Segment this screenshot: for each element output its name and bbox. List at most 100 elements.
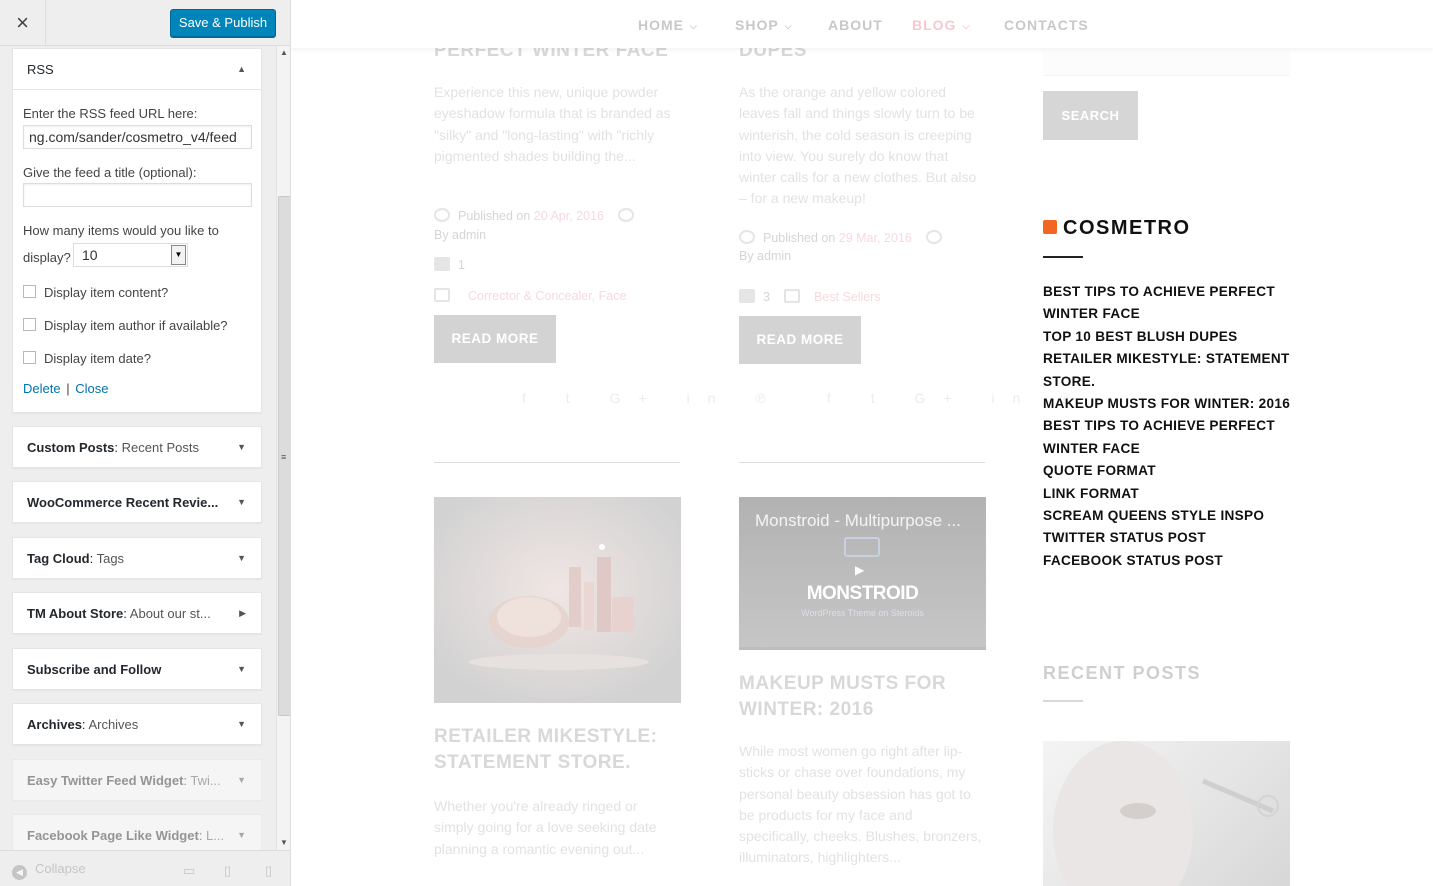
widget-facebook-page-like[interactable]: Facebook Page Like Widget: L... ▼ <box>12 814 262 850</box>
rss-widget-header[interactable]: RSS ▲ <box>13 49 261 90</box>
display-date-label: Display item date? <box>44 351 151 366</box>
chevron-down-icon[interactable]: ▼ <box>237 427 246 468</box>
post-title[interactable]: RETAILER MIKESTYLE: STATEMENT STORE. <box>434 724 694 776</box>
clock-icon <box>434 208 450 222</box>
nav-home[interactable]: HOME ⌵ <box>638 17 698 33</box>
rss-item[interactable]: BEST TIPS TO ACHIEVE PERFECT WINTER FACE <box>1043 415 1295 460</box>
post-author: By admin <box>739 249 792 263</box>
category-links[interactable]: Corrector & Concealer, Face <box>468 289 626 303</box>
link-separator: | <box>66 381 70 396</box>
rss-item[interactable]: SCREAM QUEENS STYLE INSPO <box>1043 505 1295 527</box>
comment-count[interactable]: 3 <box>763 290 770 304</box>
scrollbar-thumb[interactable]: ≡ <box>278 196 290 716</box>
widget-header[interactable]: Custom Posts: Recent Posts ▼ <box>13 427 261 468</box>
nav-blog[interactable]: BLOG ⌵ <box>912 17 970 33</box>
desktop-preview-icon[interactable]: ▭ <box>183 863 195 879</box>
search-input[interactable] <box>1043 50 1290 76</box>
close-link[interactable]: Close <box>75 381 108 396</box>
comment-count: 1 <box>458 258 465 272</box>
post-title[interactable]: MAKEUP MUSTS FOR WINTER: 2016 <box>739 671 999 723</box>
widget-header[interactable]: Facebook Page Like Widget: L... ▼ <box>13 815 261 850</box>
read-more-button[interactable]: READ MORE <box>434 315 556 363</box>
post-date-link[interactable]: 29 Mar, 2016 <box>839 231 912 245</box>
recent-post-image[interactable] <box>1043 741 1290 886</box>
post-image-cosmetics[interactable] <box>434 497 681 703</box>
cosmetics-illustration <box>434 497 681 703</box>
checkbox-icon[interactable] <box>23 351 36 364</box>
nav-about[interactable]: ABOUT <box>828 17 883 33</box>
chevron-right-icon[interactable]: ▶ <box>239 593 246 634</box>
rss-item[interactable]: BEST TIPS TO ACHIEVE PERFECT WINTER FACE <box>1043 281 1295 326</box>
post-video-monstroid[interactable]: Monstroid - Multipurpose ... ▶ MONSTROID… <box>739 497 986 650</box>
nav-contacts[interactable]: CONTACTS <box>1004 17 1089 33</box>
customizer-sidebar: × Save & Publish RSS ▲ Enter the RSS fee… <box>0 0 291 886</box>
read-more-button[interactable]: READ MORE <box>739 316 861 364</box>
display-date-checkbox[interactable]: Display item date? <box>23 351 151 366</box>
widget-tm-about-store[interactable]: TM About Store: About our st... ▶ <box>12 592 262 634</box>
widget-list: RSS ▲ Enter the RSS feed URL here: ng.co… <box>0 46 290 850</box>
chevron-down-icon[interactable]: ▼ <box>237 538 246 579</box>
close-customizer-button[interactable]: × <box>0 0 46 46</box>
search-button[interactable]: SEARCH <box>1043 91 1138 140</box>
widget-header[interactable]: Subscribe and Follow ▼ <box>13 649 261 690</box>
display-content-checkbox[interactable]: Display item content? <box>23 285 168 300</box>
delete-link[interactable]: Delete <box>23 381 61 396</box>
category-links[interactable]: Best Sellers <box>814 290 881 304</box>
play-icon[interactable]: ▶ <box>855 563 864 577</box>
widget-woocommerce-reviews[interactable]: WooCommerce Recent Revie... ▼ <box>12 481 262 523</box>
widget-archives[interactable]: Archives: Archives ▼ <box>12 703 262 745</box>
widget-easy-twitter-feed[interactable]: Easy Twitter Feed Widget: Twi... ▼ <box>12 759 262 801</box>
collapse-label: Collapse <box>35 861 86 876</box>
widget-tag-cloud[interactable]: Tag Cloud: Tags ▼ <box>12 537 262 579</box>
rss-item[interactable]: RETAILER MIKESTYLE: STATEMENT STORE. <box>1043 348 1295 393</box>
rss-feed-title[interactable]: COSMETRO <box>1043 217 1191 240</box>
rss-title-input[interactable] <box>23 183 252 207</box>
widget-subscribe-follow[interactable]: Subscribe and Follow ▼ <box>12 648 262 690</box>
display-author-checkbox[interactable]: Display item author if available? <box>23 318 228 333</box>
chevron-down-icon[interactable]: ▼ <box>237 815 246 850</box>
chevron-down-icon[interactable]: ▼ <box>237 649 246 690</box>
rss-item[interactable]: TWITTER STATUS POST <box>1043 527 1295 549</box>
nav-shop[interactable]: SHOP ⌵ <box>735 17 793 33</box>
arrow-left-icon: ◀ <box>12 865 27 880</box>
rss-url-label: Enter the RSS feed URL here: <box>23 106 198 121</box>
comment-icon <box>434 257 450 271</box>
mobile-preview-icon[interactable]: ▯ <box>265 863 272 879</box>
rss-item[interactable]: TOP 10 BEST BLUSH DUPES <box>1043 326 1295 348</box>
tablet-preview-icon[interactable]: ▯ <box>224 863 231 879</box>
dropdown-arrow-icon[interactable]: ▼ <box>171 245 186 265</box>
sidebar-scrollbar[interactable]: ▲ ≡ ▼ <box>276 46 290 850</box>
widget-header[interactable]: TM About Store: About our st... ▶ <box>13 593 261 634</box>
scroll-down-icon[interactable]: ▼ <box>280 838 288 847</box>
post-date-link[interactable]: 20 Apr, 2016 <box>534 209 604 223</box>
scroll-up-icon[interactable]: ▲ <box>280 48 288 57</box>
save-publish-button[interactable]: Save & Publish <box>170 9 276 37</box>
widget-custom-posts[interactable]: Custom Posts: Recent Posts ▼ <box>12 426 262 468</box>
rss-item[interactable]: FACEBOOK STATUS POST <box>1043 550 1295 572</box>
post-comments[interactable]: 1 <box>434 257 465 272</box>
widget-subtitle: About our st... <box>129 606 211 621</box>
rss-item[interactable]: LINK FORMAT <box>1043 483 1295 505</box>
rss-url-input[interactable]: ng.com/sander/cosmetro_v4/feed <box>23 125 252 149</box>
nav-home-label: HOME <box>638 17 684 33</box>
chevron-down-icon[interactable]: ▼ <box>237 704 246 745</box>
widget-header[interactable]: WooCommerce Recent Revie... ▼ <box>13 482 261 523</box>
chevron-down-icon[interactable]: ▼ <box>237 760 246 801</box>
video-tagline: WordPress Theme on Steroids <box>801 608 924 618</box>
rss-icon[interactable] <box>1043 220 1057 234</box>
rss-item[interactable]: QUOTE FORMAT <box>1043 460 1295 482</box>
checkbox-icon[interactable] <box>23 318 36 331</box>
widget-header[interactable]: Easy Twitter Feed Widget: Twi... ▼ <box>13 760 261 801</box>
rss-item[interactable]: MAKEUP MUSTS FOR WINTER: 2016 <box>1043 393 1295 415</box>
monstroid-logo-icon <box>844 537 880 557</box>
collapse-button[interactable]: ◀ Collapse <box>12 861 86 880</box>
widget-header[interactable]: Archives: Archives ▼ <box>13 704 261 745</box>
customizer-footer: ◀ Collapse ▭ ▯ ▯ <box>0 850 290 886</box>
share-icons[interactable]: f t G+ in ℗ <box>522 390 784 406</box>
folder-icon <box>783 289 800 303</box>
chevron-up-icon[interactable]: ▲ <box>237 49 246 89</box>
checkbox-icon[interactable] <box>23 285 36 298</box>
rss-items-select[interactable]: 10 ▼ <box>73 243 188 267</box>
chevron-down-icon[interactable]: ▼ <box>237 482 246 523</box>
widget-header[interactable]: Tag Cloud: Tags ▼ <box>13 538 261 579</box>
